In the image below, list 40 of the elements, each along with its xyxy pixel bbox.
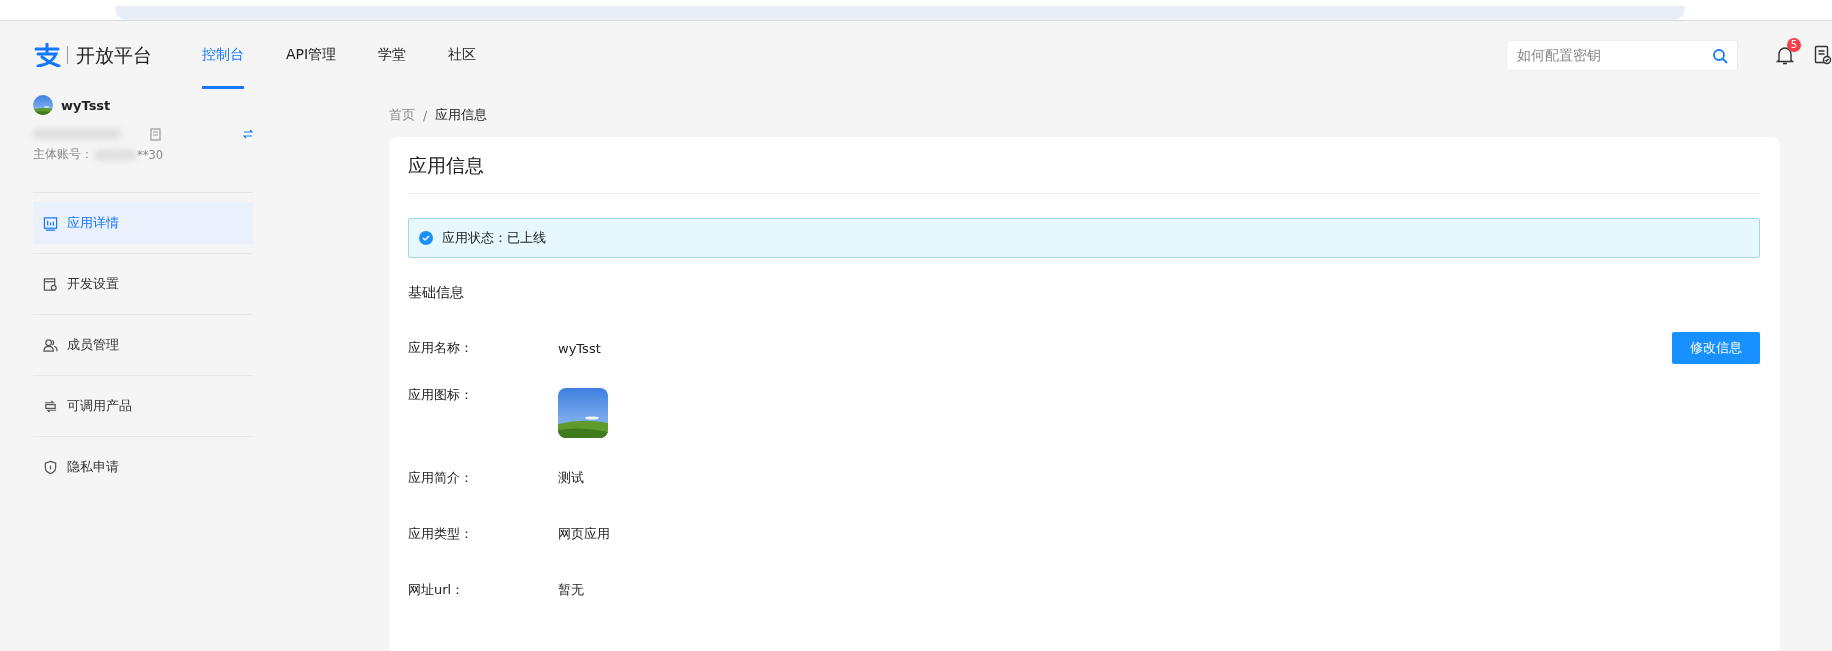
window-gear-icon xyxy=(43,276,58,292)
field-value: 测试 xyxy=(558,469,584,487)
people-icon xyxy=(43,337,58,353)
breadcrumb-item[interactable]: 首页 xyxy=(389,106,415,124)
search-icon[interactable] xyxy=(1712,47,1728,64)
field-label: 应用名称： xyxy=(408,339,473,357)
exchange-icon xyxy=(43,398,58,414)
logo-icon xyxy=(33,43,61,67)
account-label: 主体账号： xyxy=(33,147,93,162)
breadcrumb-separator: / xyxy=(423,107,428,123)
field-value: 暂无 xyxy=(558,581,584,599)
nav-tab[interactable]: 社区 xyxy=(448,21,477,89)
document-check-icon[interactable] xyxy=(1814,45,1832,65)
nav-tab[interactable]: 控制台 xyxy=(202,21,244,89)
sidebar-item[interactable]: 应用详情 xyxy=(33,202,253,244)
field-label: 应用图标： xyxy=(408,386,473,404)
switch-icon[interactable] xyxy=(243,129,253,139)
chart-icon xyxy=(43,215,58,231)
sidebar-item[interactable]: 可调用产品 xyxy=(33,385,253,427)
search-field[interactable]: 如何配置密钥 xyxy=(1506,39,1738,71)
sidebar-item[interactable]: 隐私申请 xyxy=(33,446,253,488)
field-label: 网址url： xyxy=(408,581,465,599)
breadcrumb-item: 应用信息 xyxy=(435,106,488,124)
user-name: wyTsst xyxy=(61,97,111,113)
check-circle-icon xyxy=(419,231,433,245)
field-value: wyTsst xyxy=(558,340,601,356)
status-text: 应用状态：已上线 xyxy=(442,229,546,247)
account-value: **30 xyxy=(137,147,164,162)
field-label: 应用简介： xyxy=(408,469,473,487)
notification-badge: 5 xyxy=(1787,38,1801,52)
shield-icon xyxy=(43,459,58,475)
sidebar-item[interactable]: 成员管理 xyxy=(33,324,253,366)
field-value: 网页应用 xyxy=(558,525,610,543)
field-label: 应用类型： xyxy=(408,525,473,543)
section-title: 基础信息 xyxy=(408,284,465,302)
logo-text: 开放平台 xyxy=(67,46,152,64)
sidebar-item[interactable]: 开发设置 xyxy=(33,263,253,305)
nav-tab[interactable]: 学堂 xyxy=(378,21,407,89)
nav-tab[interactable]: API管理 xyxy=(286,21,337,89)
page-title: 应用信息 xyxy=(408,137,1760,194)
